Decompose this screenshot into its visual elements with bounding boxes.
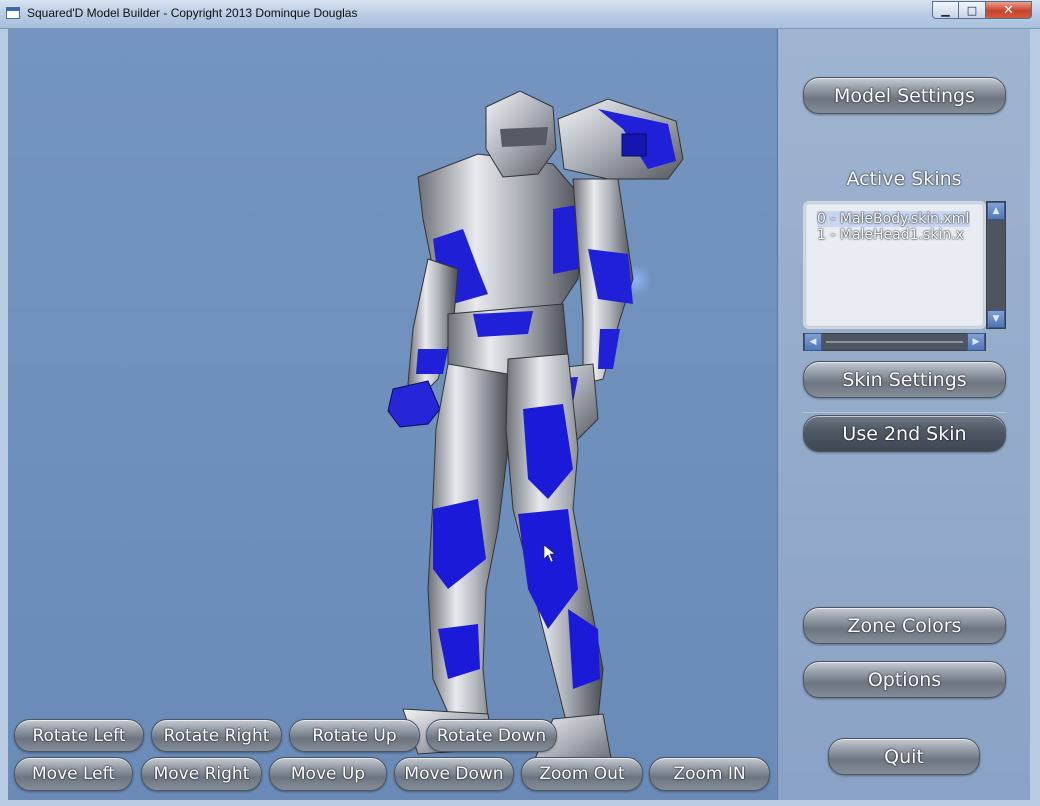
skins-vertical-scrollbar[interactable]: ▲ ▼ xyxy=(986,201,1006,329)
minimize-button[interactable]: ▁ xyxy=(932,1,959,19)
skins-horizontal-scrollbar[interactable]: ◀ ▶ xyxy=(803,333,986,351)
skin-settings-button[interactable]: Skin Settings xyxy=(803,361,1006,398)
quit-button[interactable]: Quit xyxy=(828,738,980,775)
chevron-down-icon: ▼ xyxy=(992,314,1000,324)
minimize-icon: ▁ xyxy=(941,3,950,17)
zoom-in-button[interactable]: Zoom IN xyxy=(649,757,770,791)
window-right-border xyxy=(1030,29,1040,806)
window-left-border xyxy=(0,29,8,806)
close-icon: ✕ xyxy=(1003,2,1014,18)
rotate-right-button[interactable]: Rotate Right xyxy=(151,719,282,752)
app-window-icon xyxy=(6,7,20,19)
move-down-button[interactable]: Move Down xyxy=(394,757,514,791)
rotate-up-button[interactable]: Rotate Up xyxy=(289,719,420,752)
active-skins-list[interactable]: 0 - MaleBody.skin.xml 1 - MaleHead1.skin… xyxy=(803,201,986,329)
scroll-track xyxy=(826,341,963,343)
list-item[interactable]: 1 - MaleHead1.skin.x xyxy=(817,227,984,243)
rotate-down-button[interactable]: Rotate Down xyxy=(426,719,557,752)
title-bar[interactable]: Squared'D Model Builder - Copyright 2013… xyxy=(0,0,1040,29)
model-viewport[interactable] xyxy=(8,29,776,800)
zone-colors-button[interactable]: Zone Colors xyxy=(803,607,1006,644)
model-settings-button[interactable]: Model Settings xyxy=(803,77,1006,114)
list-item[interactable]: 0 - MaleBody.skin.xml xyxy=(817,211,970,227)
move-up-button[interactable]: Move Up xyxy=(269,757,387,791)
use-2nd-skin-button[interactable]: Use 2nd Skin xyxy=(803,415,1006,452)
options-button[interactable]: Options xyxy=(803,661,1006,698)
maximize-icon: □ xyxy=(966,3,978,17)
chevron-right-icon: ▶ xyxy=(972,337,980,347)
active-skins-label: Active Skins xyxy=(846,168,962,190)
maximize-button[interactable]: □ xyxy=(959,1,986,19)
rotate-left-button[interactable]: Rotate Left xyxy=(14,719,144,752)
panel-divider xyxy=(803,412,1006,413)
chevron-up-icon: ▲ xyxy=(992,206,1000,216)
close-button[interactable]: ✕ xyxy=(986,1,1032,19)
move-right-button[interactable]: Move Right xyxy=(141,757,262,791)
scroll-right-button[interactable]: ▶ xyxy=(967,333,985,351)
window-bottom-border xyxy=(0,800,1040,806)
armored-character-model xyxy=(387,90,684,775)
window-controls: ▁ □ ✕ xyxy=(932,1,1032,19)
scroll-up-button[interactable]: ▲ xyxy=(987,202,1005,220)
move-left-button[interactable]: Move Left xyxy=(14,757,133,791)
chevron-left-icon: ◀ xyxy=(809,337,817,347)
scroll-down-button[interactable]: ▼ xyxy=(987,310,1005,328)
window-title: Squared'D Model Builder - Copyright 2013… xyxy=(27,6,358,20)
zoom-out-button[interactable]: Zoom Out xyxy=(521,757,643,791)
scroll-left-button[interactable]: ◀ xyxy=(804,333,822,351)
